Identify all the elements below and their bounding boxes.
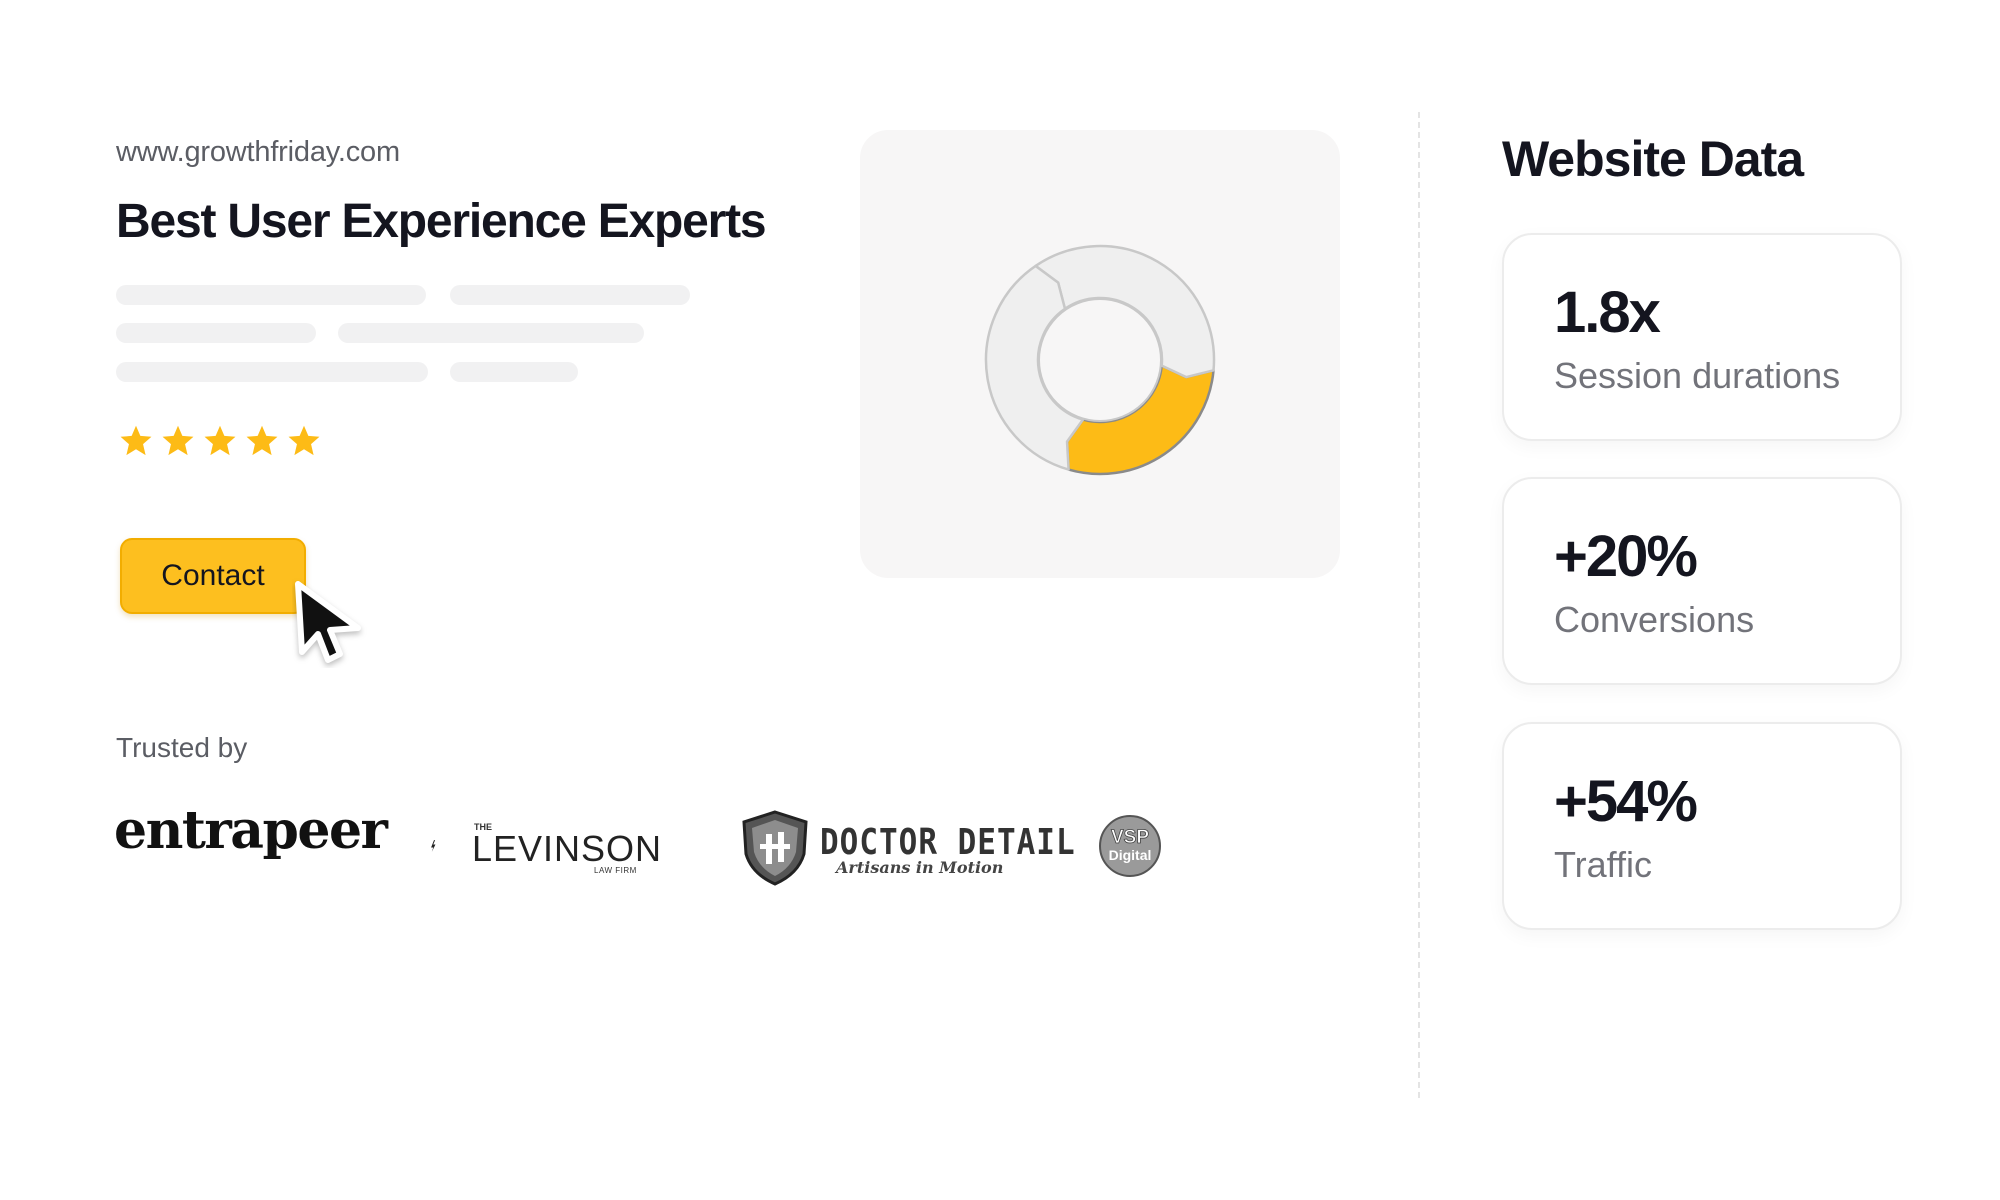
levinson-logo-subtext: LAW FIRM: [594, 866, 637, 875]
stat-value: 1.8x: [1554, 280, 1661, 345]
stat-value: +54%: [1554, 769, 1698, 834]
headline: Best User Experience Experts: [116, 195, 767, 248]
doctor-detail-shield-icon: [742, 810, 808, 886]
stat-label: Conversions: [1554, 599, 1755, 640]
levinson-logo-mark: [431, 840, 436, 852]
trusted-by-label: Trusted by: [116, 732, 248, 763]
entrapeer-logo: entrapeer: [114, 800, 388, 861]
page: www.growthfriday.com Best User Experienc…: [0, 0, 2000, 1200]
donut-hole: [1038, 298, 1162, 422]
cursor-arrow-icon: [295, 581, 361, 663]
text-placeholder: [116, 323, 316, 343]
star-icon: [246, 425, 278, 456]
stat-label: Session durations: [1554, 355, 1841, 396]
star-icon: [162, 425, 194, 456]
text-placeholder: [116, 285, 426, 305]
section-divider: [1418, 112, 1420, 1098]
stat-label: Traffic: [1554, 844, 1653, 885]
stat-card-conversions: +20% Conversions: [1502, 477, 1902, 685]
stat-card-session-durations: 1.8x Session durations: [1502, 233, 1902, 441]
levinson-logo: LEVINSON: [472, 828, 663, 869]
site-url: www.growthfriday.com: [116, 136, 400, 168]
text-placeholder: [450, 362, 578, 382]
star-rating: [118, 423, 322, 459]
donut-chart: [984, 244, 1216, 476]
website-data-title: Website Data: [1502, 131, 1804, 187]
text-placeholder: [450, 285, 690, 305]
vsp-digital-logo: VSP Digital: [1099, 815, 1161, 877]
contact-button[interactable]: Contact: [120, 538, 306, 614]
text-placeholder: [116, 362, 428, 382]
star-icon: [120, 425, 152, 456]
stat-card-traffic: +54% Traffic: [1502, 722, 1902, 930]
text-placeholder: [338, 323, 644, 343]
svg-text:Digital: Digital: [1109, 847, 1152, 863]
star-icon: [288, 425, 320, 456]
doctor-detail-tagline: Artisans in Motion: [836, 858, 1004, 877]
svg-text:VSP: VSP: [1111, 827, 1149, 848]
stat-value: +20%: [1554, 524, 1698, 589]
star-icon: [204, 425, 236, 456]
